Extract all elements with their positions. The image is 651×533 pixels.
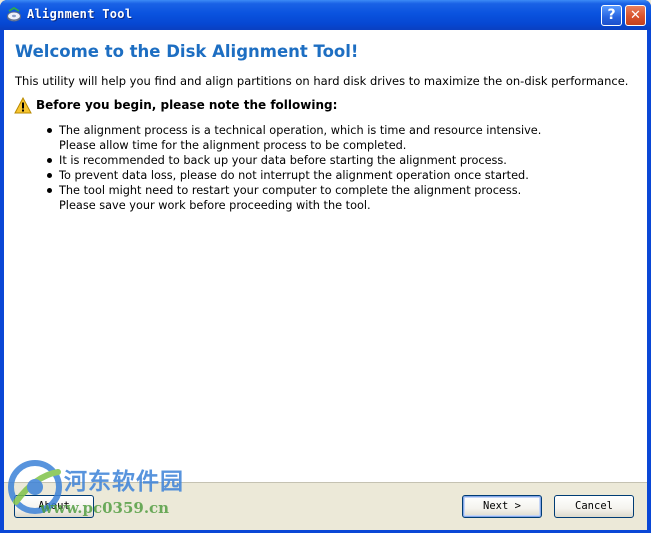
window-title: Alignment Tool [27,7,133,21]
note-text: It is recommended to back up your data b… [59,154,507,167]
list-item: The tool might need to restart your comp… [46,183,541,213]
note-text-continued: Please save your work before proceeding … [59,199,371,212]
close-icon: ✕ [630,8,641,23]
cancel-button[interactable]: Cancel [554,495,634,518]
page-title: Welcome to the Disk Alignment Tool! [15,42,359,61]
note-text-continued: Please allow time for the alignment proc… [59,139,407,152]
notes-list: The alignment process is a technical ope… [46,123,541,213]
list-item: It is recommended to back up your data b… [46,153,541,168]
note-text: The tool might need to restart your comp… [59,184,522,197]
app-window: Alignment Tool ? ✕ Welcome to the Disk A… [0,0,651,533]
cancel-button-label: Cancel [575,500,613,512]
warning-triangle-icon [14,97,32,114]
list-item: To prevent data loss, please do not inte… [46,168,541,183]
watermark-url: www.pc0359.cn [40,499,170,517]
list-item: The alignment process is a technical ope… [46,123,541,153]
title-bar[interactable]: Alignment Tool ? ✕ [0,0,651,30]
help-button[interactable]: ? [601,5,622,26]
note-text: To prevent data loss, please do not inte… [59,169,529,182]
note-text: The alignment process is a technical ope… [59,124,542,137]
help-icon: ? [607,7,616,23]
disk-alignment-app-icon [7,7,21,22]
intro-text: This utility will help you find and alig… [15,74,629,88]
warning-heading: Before you begin, please note the follow… [36,98,338,112]
next-button[interactable]: Next > [462,495,542,518]
next-button-label: Next > [483,500,521,512]
wizard-page: Welcome to the Disk Alignment Tool! This… [4,30,647,530]
watermark-text: 河东软件园 [64,468,184,495]
close-button[interactable]: ✕ [625,5,646,26]
